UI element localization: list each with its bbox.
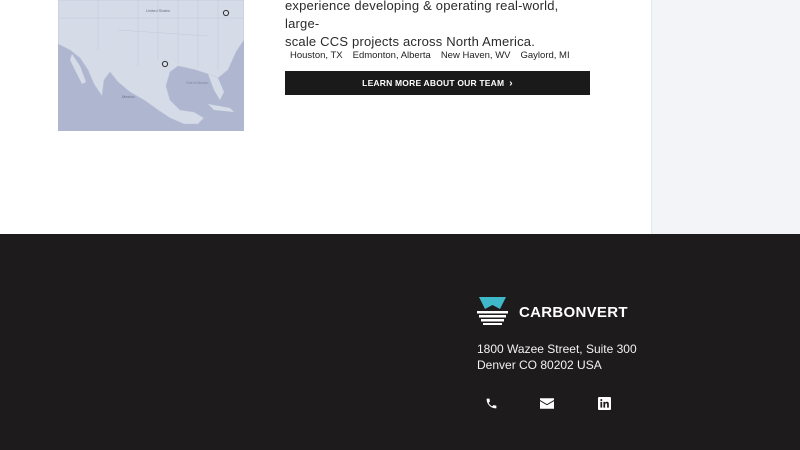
chevron-right-icon: ›: [509, 77, 513, 89]
location-item: Houston, TX: [290, 50, 343, 61]
footer-brand[interactable]: CARBONVERT: [476, 295, 628, 330]
learn-more-team-button[interactable]: LEARN MORE ABOUT OUR TEAM ›: [285, 71, 590, 95]
intro-line-2: scale CCS projects across North America.: [285, 34, 536, 49]
address-line-2: Denver CO 80202 USA: [477, 358, 602, 372]
location-item: New Haven, WV: [440, 50, 511, 61]
map-label-mexico: Mexico: [122, 94, 135, 99]
footer-address: 1800 Wazee Street, Suite 300 Denver CO 8…: [477, 341, 637, 373]
map-label-gulf: Gulf of Mexico: [186, 81, 208, 85]
email-icon[interactable]: [536, 392, 558, 414]
brand-name: CARBONVERT: [519, 304, 628, 321]
learn-more-team-label: LEARN MORE ABOUT OUR TEAM: [362, 78, 505, 88]
map-label-us: United States: [146, 8, 170, 13]
location-item: Gaylord, MI: [520, 50, 570, 61]
site-footer: [0, 234, 800, 450]
north-america-map: United States Mexico Gulf of Mexico: [58, 0, 244, 131]
side-panel: [651, 0, 800, 234]
intro-line-1: experience developing & operating real-w…: [285, 0, 559, 31]
phone-icon[interactable]: [480, 392, 502, 414]
address-line-1: 1800 Wazee Street, Suite 300: [477, 342, 637, 356]
location-item: Edmonton, Alberta: [352, 50, 431, 61]
location-list: Houston, TX Edmonton, Alberta New Haven,…: [290, 50, 580, 61]
content-section: United States Mexico Gulf of Mexico expe…: [0, 0, 800, 234]
linkedin-icon[interactable]: [593, 392, 615, 414]
carbonvert-logo-icon: [476, 295, 509, 330]
intro-text: experience developing & operating real-w…: [285, 0, 595, 51]
